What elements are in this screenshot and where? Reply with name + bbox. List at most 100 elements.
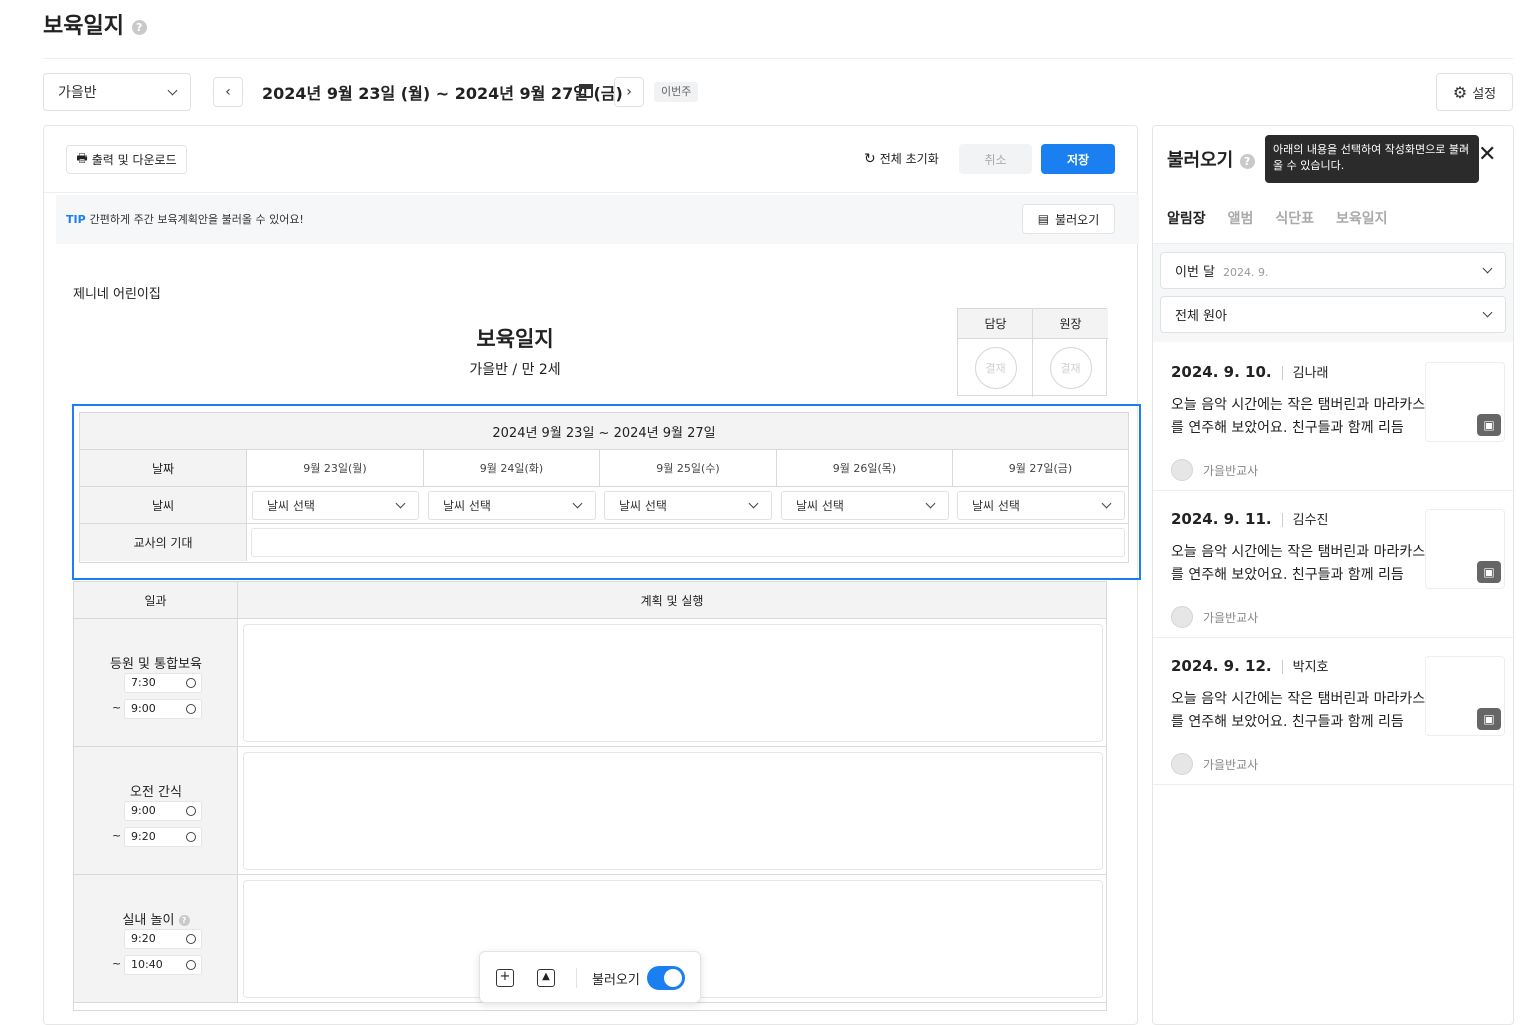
- plan-textarea[interactable]: [243, 752, 1103, 870]
- clock-icon: [186, 704, 196, 714]
- load-button[interactable]: ▤ 불러오기: [1022, 204, 1115, 234]
- load-toggle[interactable]: [647, 966, 685, 990]
- routine-name: 등원 및 통합보육: [110, 657, 202, 672]
- tab-notice[interactable]: 알림장: [1167, 208, 1206, 228]
- plan-textarea[interactable]: [243, 624, 1103, 742]
- card-thumbnail: ▣: [1425, 509, 1505, 589]
- save-button[interactable]: 저장: [1041, 144, 1115, 174]
- routine-name-text: 실내 놀이: [122, 913, 175, 928]
- notice-card[interactable]: 2024. 9. 11. 김수진 오늘 음악 시간에는 작은 탬버린과 마라카스를…: [1153, 491, 1513, 638]
- image-icon[interactable]: ▲: [537, 969, 555, 987]
- prev-week-button[interactable]: ‹: [213, 77, 243, 107]
- clock-icon: [186, 678, 196, 688]
- end-time-input[interactable]: 10:40: [124, 955, 202, 975]
- calendar-icon[interactable]: [579, 84, 593, 98]
- notice-card[interactable]: 2024. 9. 12. 박지호 오늘 음악 시간에는 작은 탬버린과 마라카스를…: [1153, 638, 1513, 785]
- notice-card[interactable]: 2024. 9. 10. 김나래 오늘 음악 시간에는 작은 탬버린과 마라카스를…: [1153, 344, 1513, 491]
- tilde: ~: [112, 701, 122, 714]
- side-tabs: 알림장 앨범 식단표 보육일지: [1167, 208, 1388, 228]
- chevron-left-icon: ‹: [225, 84, 231, 100]
- card-header: 2024. 9. 11. 김수진: [1171, 509, 1329, 528]
- end-time-input[interactable]: 9:00: [124, 699, 202, 719]
- this-week-badge[interactable]: 이번주: [654, 82, 699, 102]
- card-child: 박지호: [1292, 660, 1329, 675]
- refresh-icon: ↻: [864, 150, 876, 167]
- card-teacher: 가을반교사: [1203, 611, 1259, 625]
- card-date: 2024. 9. 10.: [1171, 363, 1272, 381]
- routine-name: 실내 놀이 ?: [74, 909, 238, 928]
- card-teacher: 가을반교사: [1203, 758, 1259, 772]
- end-time-input[interactable]: 9:20: [124, 827, 202, 847]
- start-time-input[interactable]: 7:30: [124, 673, 202, 693]
- tip-prefix: TIP: [66, 213, 86, 226]
- month-filter-label: 이번 달: [1175, 265, 1216, 280]
- editor-divider: [44, 192, 1137, 193]
- gear-icon: ⚙: [1452, 82, 1468, 102]
- close-panel-button[interactable]: ✕: [1478, 142, 1496, 167]
- close-icon[interactable]: ✕: [1460, 141, 1470, 157]
- end-time: 9:00: [131, 702, 156, 715]
- clock-icon: [186, 806, 196, 816]
- document-subtitle: 가을반 / 만 2세: [469, 362, 561, 378]
- help-icon[interactable]: ?: [131, 19, 147, 35]
- class-select[interactable]: 가을반: [43, 73, 191, 111]
- add-box-icon[interactable]: +: [496, 969, 514, 987]
- card-header: 2024. 9. 10. 김나래: [1171, 362, 1329, 381]
- card-text: 오늘 음악 시간에는 작은 탬버린과 마라카스를 연주해 보았어요. 친구들과 …: [1171, 544, 1426, 583]
- schedule-row: 오전 간식 9:00 ~ 9:20: [74, 747, 1106, 875]
- schedule-table: 일과 계획 및 실행 등원 및 통합보육 7:30 ~ 9:00 오전 간식 9…: [73, 581, 1107, 1011]
- avatar: [1171, 459, 1193, 481]
- approval-header-teacher: 담당: [958, 309, 1033, 339]
- tab-menu[interactable]: 식단표: [1275, 208, 1314, 228]
- print-download-button[interactable]: 🖶 출력 및 다운로드: [66, 145, 187, 174]
- clock-icon: [186, 832, 196, 842]
- start-time: 9:00: [131, 804, 156, 817]
- end-time: 9:20: [131, 830, 156, 843]
- tab-journal[interactable]: 보육일지: [1336, 208, 1388, 228]
- child-filter[interactable]: 전체 원아: [1160, 296, 1506, 333]
- avatar: [1171, 753, 1193, 775]
- header-divider: [43, 58, 1513, 59]
- reset-label: 전체 초기화: [879, 152, 939, 166]
- start-time-input[interactable]: 9:20: [124, 929, 202, 949]
- reset-all-button[interactable]: ↻ 전체 초기화: [864, 150, 939, 167]
- card-header: 2024. 9. 12. 박지호: [1171, 656, 1329, 675]
- schedule-col-routine: 일과: [74, 582, 238, 619]
- approval-stamp[interactable]: 결재: [974, 346, 1017, 389]
- date-range: 2024년 9월 23일 (월) ~ 2024년 9월 27일 (금): [262, 84, 623, 103]
- help-icon[interactable]: ?: [178, 915, 190, 926]
- settings-button[interactable]: ⚙ 설정: [1436, 73, 1513, 111]
- schedule-row: 등원 및 통합보육 7:30 ~ 9:00: [74, 619, 1106, 747]
- selection-highlight: [72, 404, 1141, 580]
- load-toggle-label: 불러오기: [592, 973, 640, 988]
- next-week-button[interactable]: ›: [614, 77, 644, 107]
- clock-icon: [186, 934, 196, 944]
- card-date: 2024. 9. 12.: [1171, 657, 1272, 675]
- tab-album[interactable]: 앨범: [1228, 208, 1254, 228]
- month-filter-value: 2024. 9.: [1223, 266, 1269, 279]
- approval-stamp[interactable]: 결재: [1049, 346, 1092, 389]
- chevron-down-icon: [1482, 263, 1493, 274]
- side-title: 불러오기 ?: [1167, 146, 1255, 172]
- side-title-text: 불러오기: [1167, 150, 1234, 171]
- month-filter[interactable]: 이번 달 2024. 9.: [1160, 252, 1506, 289]
- start-time: 9:20: [131, 932, 156, 945]
- image-icon: ▣: [1477, 414, 1501, 436]
- load-label: 불러오기: [1055, 212, 1100, 227]
- clock-icon: [186, 960, 196, 970]
- schedule-col-plan: 계획 및 실행: [640, 594, 704, 608]
- card-thumbnail: ▣: [1425, 656, 1505, 736]
- child-filter-label: 전체 원아: [1175, 309, 1227, 324]
- help-icon[interactable]: ?: [1239, 153, 1255, 169]
- tilde: ~: [112, 957, 122, 970]
- card-child: 김수진: [1292, 513, 1329, 528]
- approval-box: 담당 원장 결재 결재: [957, 308, 1108, 397]
- card-text: 오늘 음악 시간에는 작은 탬버린과 마라카스를 연주해 보았어요. 친구들과 …: [1171, 397, 1426, 436]
- chevron-right-icon: ›: [626, 84, 632, 100]
- tip-text: TIP 간편하게 주간 보육계획안을 불러올 수 있어요!: [66, 211, 304, 227]
- tip-message: 간편하게 주간 보육계획안을 불러올 수 있어요!: [89, 213, 304, 226]
- image-icon: ▣: [1477, 561, 1501, 583]
- end-time: 10:40: [131, 958, 163, 971]
- cancel-button[interactable]: 취소: [959, 144, 1032, 174]
- start-time-input[interactable]: 9:00: [124, 801, 202, 821]
